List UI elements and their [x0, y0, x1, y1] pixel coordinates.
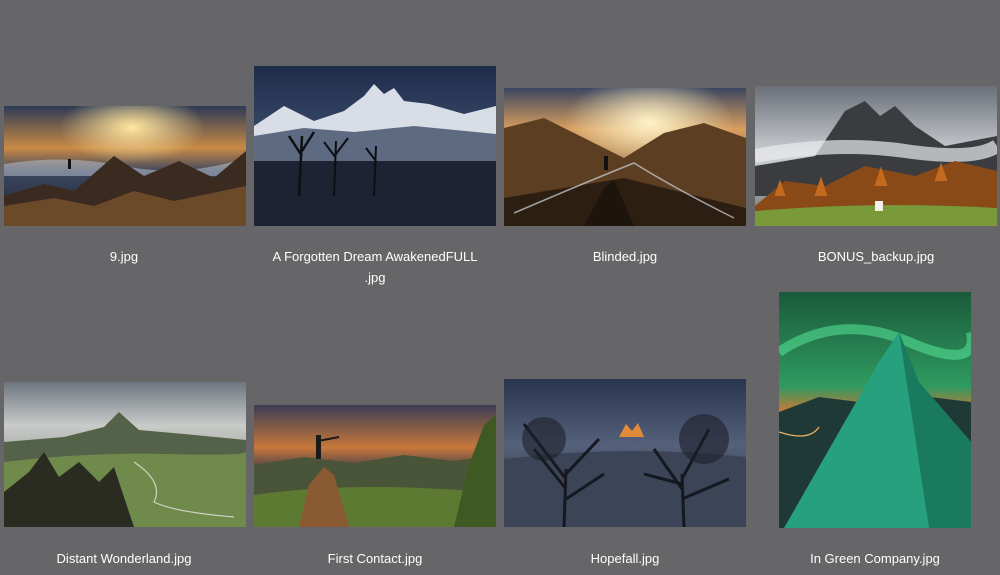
file-name-label: Blinded.jpg [592, 249, 658, 264]
file-thumbnail-a-forgotten-dream[interactable] [254, 66, 496, 226]
file-name-label: BONUS_backup.jpg [817, 249, 935, 264]
file-thumbnail-9[interactable] [4, 106, 246, 226]
file-name-label: A Forgotten Dream AwakenedFULL .jpg [272, 249, 478, 285]
file-name-label: In Green Company.jpg [810, 551, 940, 566]
file-thumbnail-distant-wonderland[interactable] [4, 382, 246, 527]
file-name-label: Hopefall.jpg [590, 551, 660, 566]
file-thumbnail-in-green-company[interactable] [779, 292, 971, 528]
file-thumbnail-bonus-backup[interactable] [755, 86, 997, 226]
file-thumbnail-hopefall[interactable] [504, 379, 746, 527]
file-thumbnail-first-contact[interactable] [254, 405, 496, 527]
file-name-label: Distant Wonderland.jpg [56, 551, 192, 566]
file-name-label: 9.jpg [109, 249, 139, 264]
file-thumbnail-blinded[interactable] [504, 88, 746, 226]
file-name-label: First Contact.jpg [327, 551, 423, 566]
